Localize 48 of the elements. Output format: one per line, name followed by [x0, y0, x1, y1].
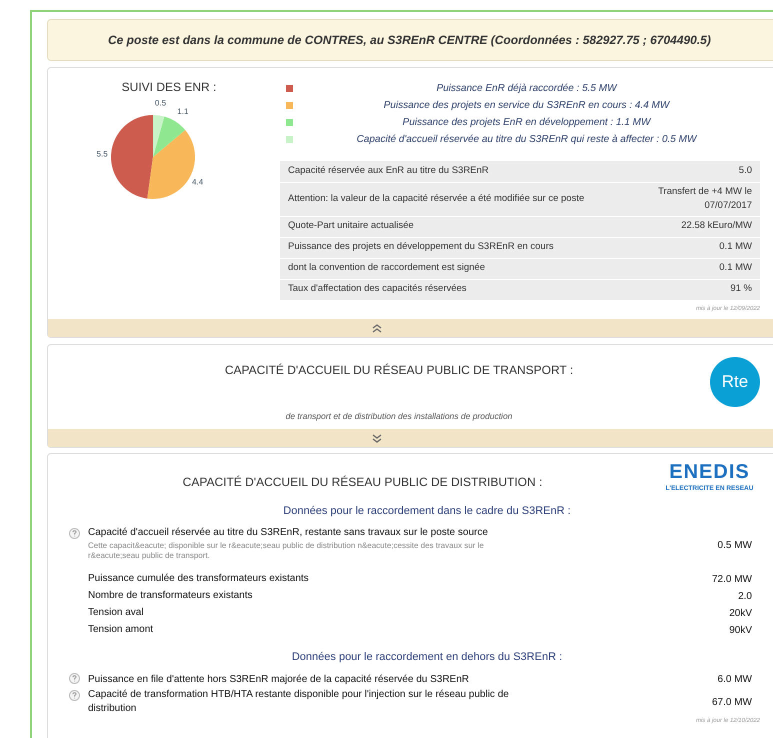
row-label: Capacité d'accueil réservée au titre du S3REnR, restante sans travaux sur le poste source [88, 526, 489, 540]
section-title: CAPACITÉ D'ACCUEIL DU RÉSEAU PUBLIC DE TRANSPORT : [224, 362, 574, 379]
double-chevron-up-icon [372, 324, 382, 332]
row-label: Puissance cumulée des transformateurs existants [88, 572, 310, 586]
row-label: Attention: la valeur de la capacité réservée a été modifiée sur ce poste [288, 192, 584, 206]
row-label: Tension aval [88, 606, 145, 620]
help-icon[interactable] [69, 528, 80, 538]
data-label: 5.5 [96, 150, 108, 159]
row-value: Transfert de +4 MW le 07/07/2017 [657, 185, 752, 214]
row-value: 0.1 MW [718, 261, 752, 276]
row-value: 20kV [729, 606, 752, 620]
row-label: Puissance des projets en développement du S3REnR en cours [288, 240, 554, 254]
row-label: dont la convention de raccordement est signée [288, 261, 485, 276]
row-label: Nombre de transformateurs existants [88, 589, 254, 603]
row-label: Puissance en file d'attente hors S3REnR majorée de la capacité réservée du S3REnR [88, 672, 470, 686]
data-label: 4.4 [192, 178, 204, 187]
row-value: 72.0 MW [712, 572, 752, 586]
data-label: 0.5 [154, 100, 166, 108]
location-notice: Ce poste est dans la commune de CONTRES, au S3REnR CENTRE (Coordonnées : 582927.75 ; 6704490.5) [108, 32, 711, 49]
section-heading: Données pour le raccordement en dehors du S3REnR : [292, 650, 562, 664]
row-value: 22.58 kEuro/MW [680, 219, 752, 234]
row-value: 90kV [729, 624, 752, 638]
row-value: 5.0 [738, 164, 752, 178]
row-value: 0.5 MW [718, 538, 752, 552]
row-label: Capacité réservée aux EnR au titre du S3REnR [288, 164, 489, 178]
row-label: Capacité de transformation HTB/HTA restante disponible pour l'injection sur le réseau public de distribution [88, 688, 510, 716]
legend-label: Puissance des projets en service du S3REnR en cours : 4.4 MW [382, 99, 671, 113]
row-value: 6.0 MW [718, 673, 752, 687]
row-label: Quote-Part unitaire actualisée [288, 219, 414, 234]
legend-label: Capacité d'accueil réservée au titre du S3REnR qui reste à affecter : 0.5 MW [356, 133, 698, 147]
section-title: CAPACITÉ D'ACCUEIL DU RÉSEAU PUBLIC DE DISTRIBUTION : [182, 474, 542, 491]
legend-label: Puissance des projets EnR en développement : 1.1 MW [402, 116, 652, 130]
rte-logo: Rte [710, 357, 760, 407]
row-note: Cette capacit&eacute; disponible sur le r&eacute;seau public de distribution n&eacute;cessite des travaux sur le r&eacute;seau public de transport. [88, 540, 485, 560]
row-label: Tension amont [88, 623, 154, 637]
subtitle-text: de transport et de distribution des installations de production [286, 410, 512, 423]
section-title: SUIVI DES ENR : [122, 79, 216, 96]
row-value: 67.0 MW [712, 696, 752, 710]
row-label: Taux d'affectation des capacités réservées [288, 282, 467, 296]
row-value: 91 % [729, 282, 752, 296]
help-icon[interactable] [69, 690, 80, 701]
legend-label: Puissance EnR déjà raccordée : 5.5 MW [435, 82, 618, 96]
row-value: 0.1 MW [718, 240, 752, 254]
data-label: 1.1 [177, 106, 188, 116]
row-value: 2.0 [738, 590, 752, 604]
double-chevron-down-icon [372, 434, 382, 442]
help-icon[interactable] [69, 673, 80, 684]
section-heading: Données pour le raccordement dans le cadre du S3REnR : [283, 504, 571, 519]
